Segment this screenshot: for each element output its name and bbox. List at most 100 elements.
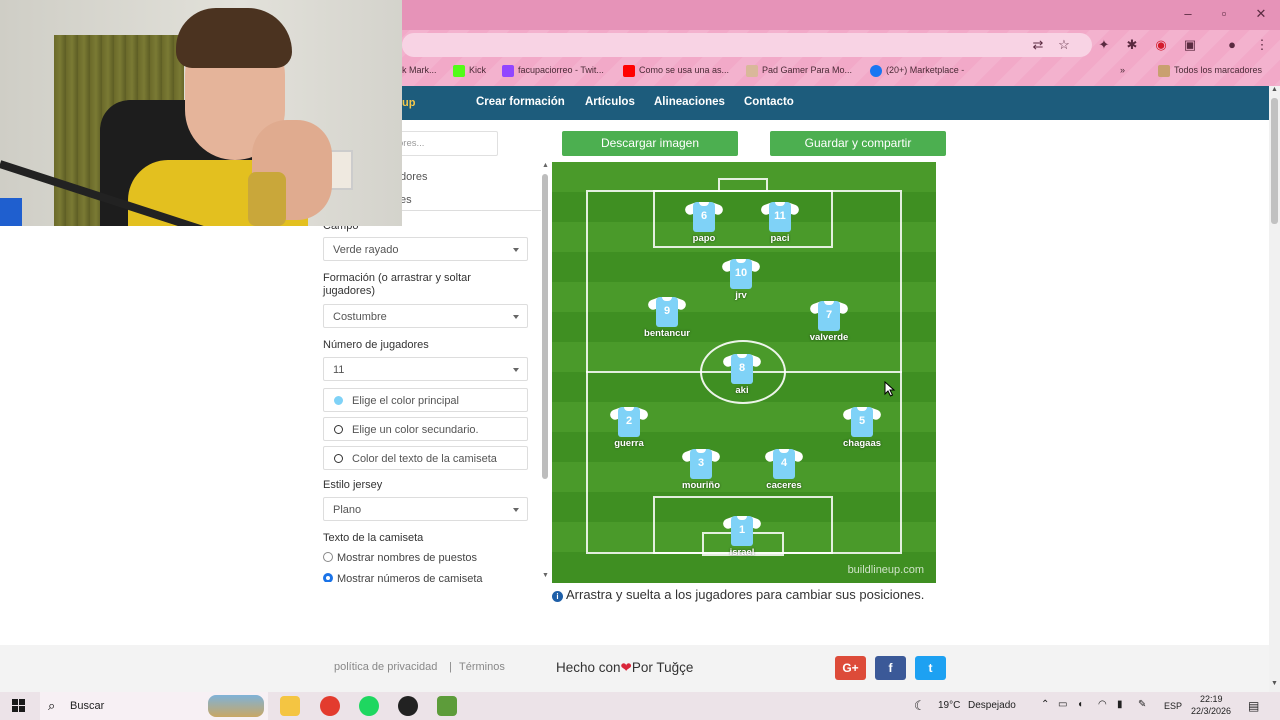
num-jugadores-select[interactable]: 11 bbox=[323, 357, 528, 381]
minimize-icon[interactable]: – bbox=[1178, 6, 1198, 21]
page-scrollbar[interactable]: ▲ ▼ bbox=[1269, 86, 1280, 692]
facebook-share-button[interactable]: f bbox=[875, 656, 906, 680]
nav-alineaciones[interactable]: Alineaciones bbox=[654, 96, 725, 108]
moon-icon: ☾ bbox=[914, 698, 926, 713]
num-jugadores-label: Número de jugadores bbox=[323, 339, 429, 351]
app-icon[interactable] bbox=[398, 696, 418, 716]
player-name: guerra bbox=[614, 438, 644, 449]
puzzle-icon[interactable]: ▣ bbox=[1182, 37, 1198, 53]
player-token[interactable]: 10 jrv bbox=[706, 258, 776, 301]
bookmark-star-icon[interactable]: ☆ bbox=[1056, 37, 1072, 53]
volume-icon[interactable]: ◖ bbox=[1077, 699, 1083, 710]
pitch: 6 papo 11 paci 10 jrv 9 bentancur 7 valv… bbox=[552, 162, 936, 583]
made-by: Hecho con❤Por Tuğçe bbox=[556, 660, 694, 675]
weather-desc[interactable]: Despejado bbox=[968, 700, 1016, 711]
player-token[interactable]: 6 papo bbox=[669, 201, 739, 244]
player-token[interactable]: 4 caceres bbox=[749, 448, 819, 491]
panel-scrollbar[interactable]: ▲ ▼ bbox=[540, 162, 551, 582]
caret-down-icon bbox=[513, 315, 519, 319]
minecraft-icon[interactable] bbox=[437, 696, 457, 716]
estilo-select[interactable]: Plano bbox=[323, 497, 528, 521]
webcam-microphone bbox=[248, 172, 286, 226]
windows-taskbar: ⌕ Buscar ☾ 19°C Despejado ⌃ ▭ ◖ ◠ ▮ ✎ ES… bbox=[0, 692, 1280, 720]
search-icon: ⌕ bbox=[48, 698, 56, 713]
player-token[interactable]: 5 chagaas bbox=[827, 406, 897, 449]
weather-temp[interactable]: 19°C bbox=[938, 700, 960, 711]
bookmark-item[interactable]: facupaciorreo - Twit... bbox=[502, 62, 604, 78]
profile-avatar-icon[interactable]: ● bbox=[1224, 37, 1240, 53]
microphone-icon[interactable]: ▮ bbox=[1117, 699, 1123, 710]
scroll-down-icon[interactable]: ▼ bbox=[1269, 680, 1280, 690]
color-swatch-icon bbox=[334, 396, 343, 405]
terms-link[interactable]: Términos bbox=[459, 661, 505, 673]
jersey-icon: 4 bbox=[763, 448, 805, 479]
chrome-icon[interactable] bbox=[320, 696, 340, 716]
scrollbar-thumb[interactable] bbox=[1271, 98, 1278, 224]
player-token[interactable]: 7 valverde bbox=[794, 300, 864, 343]
download-image-button[interactable]: Descargar imagen bbox=[562, 131, 738, 156]
bookmark-item[interactable]: k Mark... bbox=[402, 62, 437, 78]
player-token[interactable]: 9 bentancur bbox=[632, 296, 702, 339]
player-name: papo bbox=[692, 233, 716, 244]
player-token[interactable]: 11 paci bbox=[745, 201, 815, 244]
pen-icon[interactable]: ✎ bbox=[1138, 699, 1146, 710]
site-logo[interactable]: up bbox=[402, 97, 415, 109]
player-name: jrv bbox=[735, 290, 747, 301]
scroll-down-icon[interactable]: ▼ bbox=[540, 572, 551, 579]
color-principal-button[interactable]: Elige el color principal bbox=[323, 388, 528, 412]
nav-crear-formacion[interactable]: Crear formación bbox=[476, 96, 565, 108]
extension-icon[interactable]: ✦ bbox=[1096, 37, 1112, 53]
tray-icon[interactable]: ▭ bbox=[1058, 699, 1067, 710]
player-token[interactable]: 1 israel bbox=[707, 515, 777, 558]
address-bar[interactable] bbox=[402, 33, 1092, 57]
scroll-up-icon[interactable]: ▲ bbox=[540, 162, 551, 169]
site-footer: política de privacidad | Términos Hecho … bbox=[0, 645, 1269, 692]
radio-nombres-puestos[interactable]: Mostrar nombres de puestos bbox=[323, 552, 477, 564]
formacion-select[interactable]: Costumbre bbox=[323, 304, 528, 328]
nav-contacto[interactable]: Contacto bbox=[744, 96, 794, 108]
privacy-link[interactable]: política de privacidad bbox=[334, 661, 437, 673]
bookmark-item[interactable]: Kick bbox=[453, 62, 486, 78]
radio-numeros-camiseta[interactable]: Mostrar números de camiseta bbox=[323, 573, 483, 582]
scrollbar-thumb[interactable] bbox=[542, 174, 548, 479]
facebook-icon bbox=[870, 64, 882, 77]
restore-icon[interactable]: ▫ bbox=[1214, 6, 1234, 21]
player-name: caceres bbox=[766, 480, 802, 491]
extension-2-icon[interactable]: ✱ bbox=[1124, 37, 1140, 53]
caret-down-icon bbox=[513, 248, 519, 252]
player-search-input[interactable]: ores... bbox=[395, 131, 498, 156]
color-secundario-button[interactable]: Elige un color secundario. bbox=[323, 417, 528, 441]
player-token[interactable]: 2 guerra bbox=[594, 406, 664, 449]
windows-start-icon[interactable] bbox=[12, 699, 26, 713]
jersey-icon: 3 bbox=[680, 448, 722, 479]
twitter-share-button[interactable]: t bbox=[915, 656, 946, 680]
wifi-icon[interactable]: ◠ bbox=[1098, 699, 1107, 710]
language-indicator[interactable]: ESP bbox=[1164, 701, 1182, 711]
all-bookmarks[interactable]: Todos los marcadores bbox=[1158, 62, 1262, 78]
google-plus-share-button[interactable]: G+ bbox=[835, 656, 866, 680]
player-token[interactable]: 8 aki bbox=[707, 353, 777, 396]
clock-time[interactable]: 22:19 bbox=[1200, 694, 1223, 704]
taskbar-search[interactable]: ⌕ Buscar bbox=[40, 692, 268, 720]
save-share-button[interactable]: Guardar y compartir bbox=[770, 131, 946, 156]
translate-icon[interactable]: ⇄ bbox=[1030, 37, 1046, 53]
campo-select[interactable]: Verde rayado bbox=[323, 237, 528, 261]
bookmark-item[interactable]: Pad Gamer Para Mo... bbox=[746, 62, 852, 78]
color-texto-button[interactable]: Color del texto de la camiseta bbox=[323, 446, 528, 470]
bookmarks-overflow[interactable]: » bbox=[1120, 62, 1125, 78]
clock-date[interactable]: 22/3/2026 bbox=[1191, 706, 1231, 716]
player-token[interactable]: 3 mouriño bbox=[666, 448, 736, 491]
extension-3-icon[interactable]: ◉ bbox=[1153, 37, 1169, 53]
tab-jugadores[interactable]: dores bbox=[400, 171, 428, 183]
tray-chevron-icon[interactable]: ⌃ bbox=[1041, 699, 1049, 710]
close-window-icon[interactable]: ✕ bbox=[1251, 6, 1271, 22]
jersey-icon: 2 bbox=[608, 406, 650, 437]
bookmark-item[interactable]: (20+) Marketplace - bbox=[870, 62, 964, 78]
file-explorer-icon[interactable] bbox=[280, 696, 300, 716]
spotify-icon[interactable] bbox=[359, 696, 379, 716]
menu-kebab-icon[interactable]: ⋮ bbox=[1254, 37, 1270, 53]
notifications-icon[interactable]: ▤ bbox=[1248, 699, 1259, 713]
nav-articulos[interactable]: Artículos bbox=[585, 96, 635, 108]
scroll-up-icon[interactable]: ▲ bbox=[1269, 86, 1280, 96]
bookmark-item[interactable]: Como se usa una as... bbox=[623, 62, 729, 78]
